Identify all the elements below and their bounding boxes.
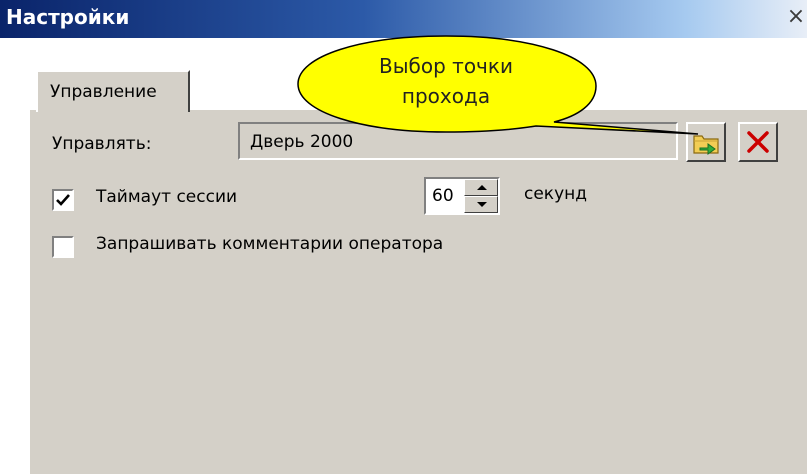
settings-panel: [28, 108, 807, 474]
timeout-value: 60: [432, 186, 454, 206]
title-bar: Настройки ×: [0, 0, 807, 38]
spin-down-button[interactable]: [464, 196, 498, 213]
callout-line-1: Выбор точки: [379, 54, 513, 78]
timeout-spinner[interactable]: 60: [424, 177, 500, 215]
callout-tooltip: Выбор точки прохода: [296, 34, 716, 144]
red-x-icon: [747, 131, 769, 153]
checkmark-icon: [56, 194, 70, 206]
tab-label: Управление: [50, 82, 157, 102]
tab-upravlenie[interactable]: Управление: [36, 70, 190, 112]
session-timeout-label: Таймаут сессии: [96, 187, 238, 207]
spin-up-button[interactable]: [464, 179, 498, 196]
ask-comments-checkbox[interactable]: [52, 236, 74, 258]
timeout-unit-label: секунд: [524, 184, 588, 204]
callout-line-2: прохода: [401, 84, 491, 108]
ask-comments-label: Запрашивать комментарии оператора: [96, 234, 444, 254]
window-title: Настройки: [6, 5, 130, 29]
control-label: Управлять:: [52, 134, 152, 154]
close-button[interactable]: ×: [786, 3, 806, 31]
session-timeout-checkbox[interactable]: [52, 189, 74, 211]
clear-point-button[interactable]: [738, 122, 778, 162]
